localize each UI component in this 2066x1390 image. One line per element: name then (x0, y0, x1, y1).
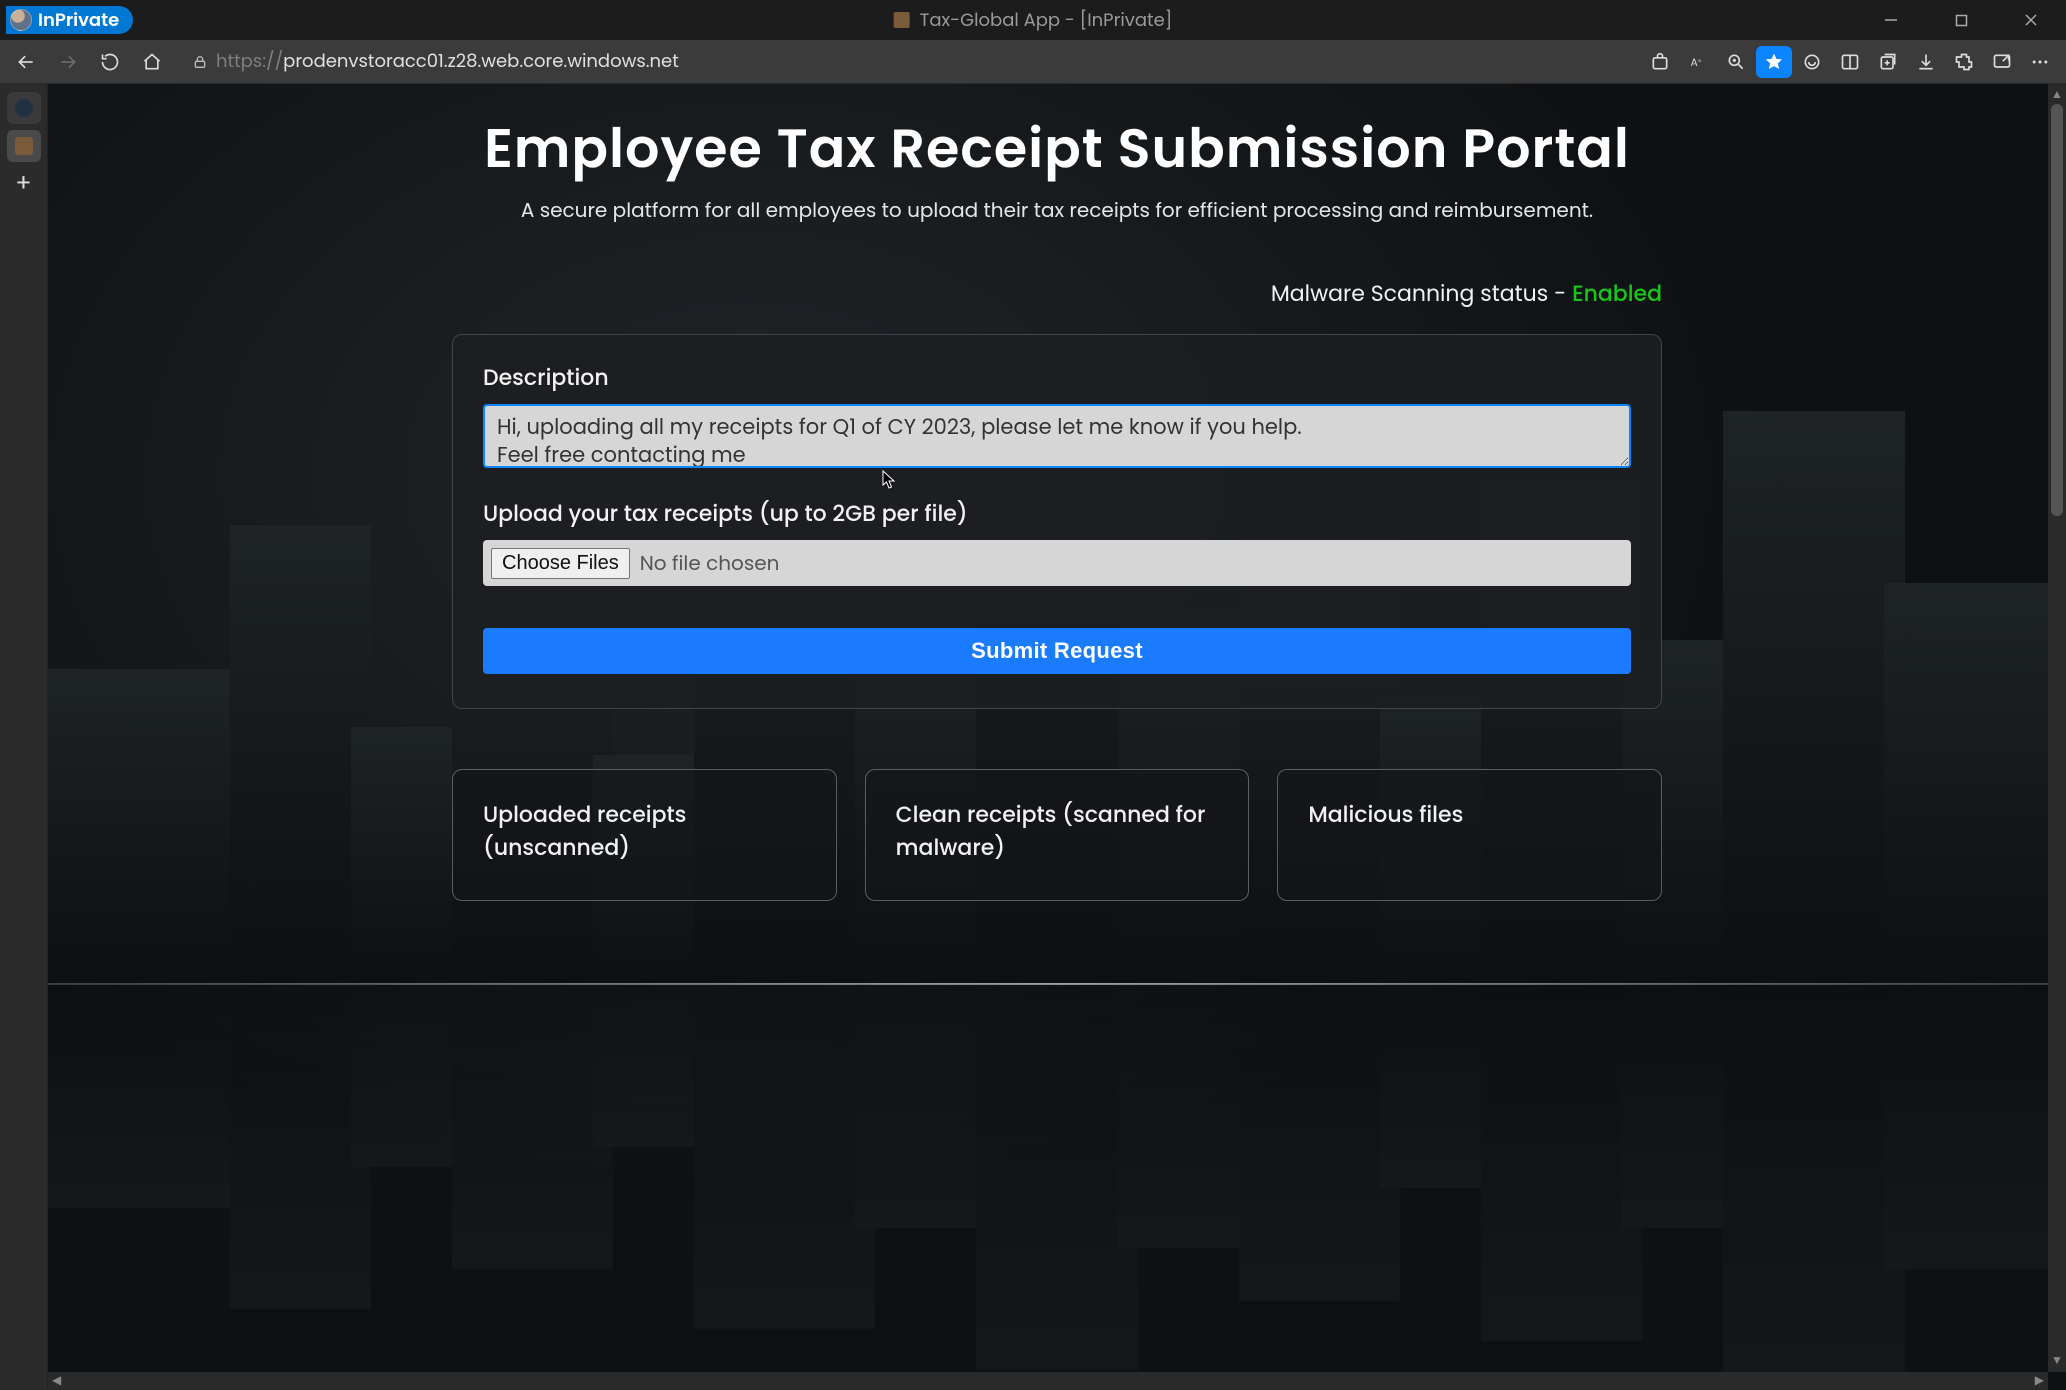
malware-status: Malware Scanning status - Enabled (452, 277, 1662, 310)
zoom-button[interactable] (1718, 46, 1754, 78)
tracking-prevention-button[interactable] (1794, 46, 1830, 78)
file-input-row[interactable]: Choose Files No file chosen (483, 540, 1631, 586)
site-info-lock-icon[interactable] (192, 54, 208, 70)
browser-toolbar: https://prodenvstoracc01.z28.web.core.wi… (0, 40, 2066, 84)
inprivate-indicator-tab[interactable] (7, 92, 41, 124)
extensions-button[interactable] (1946, 46, 1982, 78)
split-screen-button[interactable] (1832, 46, 1868, 78)
choose-files-button[interactable]: Choose Files (491, 548, 630, 579)
settings-menu-button[interactable] (2022, 46, 2058, 78)
inprivate-mini-icon (15, 99, 33, 117)
address-bar[interactable]: https://prodenvstoracc01.z28.web.core.wi… (182, 46, 1630, 78)
window-title-text: Tax-Global App - [InPrivate] (920, 7, 1173, 34)
submit-request-button[interactable]: Submit Request (483, 628, 1631, 674)
uploaded-receipts-title: Uploaded receipts (unscanned) (483, 798, 806, 864)
window-titlebar: InPrivate Tax-Global App - [InPrivate] (0, 0, 2066, 40)
home-button[interactable] (134, 46, 170, 78)
window-controls (1856, 0, 2066, 40)
forward-button[interactable] (50, 46, 86, 78)
page-title: Employee Tax Receipt Submission Portal (452, 108, 1662, 189)
url-text: https://prodenvstoracc01.z28.web.core.wi… (216, 48, 679, 75)
svg-text:A: A (1691, 55, 1698, 70)
inprivate-label: InPrivate (38, 7, 119, 34)
favorite-star-button[interactable] (1756, 46, 1792, 78)
description-textarea[interactable] (483, 404, 1631, 468)
url-host: prodenvstoracc01.z28.web.core.windows.ne… (283, 49, 679, 74)
toolbar-actions: A» (1642, 46, 2058, 78)
shopping-button[interactable] (1642, 46, 1678, 78)
new-tab-button[interactable]: + (7, 168, 41, 200)
malicious-files-title: Malicious files (1308, 798, 1631, 831)
minimize-button[interactable] (1856, 0, 1926, 40)
maximize-button[interactable] (1926, 0, 1996, 40)
downloads-button[interactable] (1908, 46, 1944, 78)
tab-tax-global-app[interactable] (7, 130, 41, 162)
read-aloud-button[interactable]: A» (1680, 46, 1716, 78)
mouse-cursor-icon (882, 470, 896, 490)
window-title: Tax-Global App - [InPrivate] (894, 7, 1173, 34)
profile-avatar-icon (10, 9, 32, 31)
vertical-tab-rail: + (0, 84, 48, 1390)
upload-label: Upload your tax receipts (up to 2GB per … (483, 497, 1631, 530)
collections-button[interactable] (1870, 46, 1906, 78)
uploaded-receipts-card: Uploaded receipts (unscanned) (452, 769, 837, 901)
refresh-button[interactable] (92, 46, 128, 78)
browser-essentials-button[interactable] (1984, 46, 2020, 78)
malware-status-value: Enabled (1572, 278, 1662, 309)
results-columns: Uploaded receipts (unscanned) Clean rece… (452, 769, 1662, 901)
clean-receipts-card: Clean receipts (scanned for malware) (865, 769, 1250, 901)
submission-card: Description Upload your tax receipts (up… (452, 334, 1662, 709)
description-label: Description (483, 362, 609, 393)
page-favicon-icon (894, 12, 910, 28)
url-protocol: https:// (216, 49, 283, 74)
back-button[interactable] (8, 46, 44, 78)
malicious-files-card: Malicious files (1277, 769, 1662, 901)
malware-status-label: Malware Scanning status - (1271, 278, 1572, 309)
tab-favicon-icon (15, 137, 33, 155)
svg-text:»: » (1698, 56, 1701, 65)
close-button[interactable] (1996, 0, 2066, 40)
clean-receipts-title: Clean receipts (scanned for malware) (896, 798, 1219, 864)
file-chosen-text: No file chosen (640, 548, 780, 578)
inprivate-badge[interactable]: InPrivate (6, 6, 133, 34)
page-viewport: Employee Tax Receipt Submission Portal A… (48, 84, 2066, 1390)
page-subtitle: A secure platform for all employees to u… (452, 195, 1662, 225)
